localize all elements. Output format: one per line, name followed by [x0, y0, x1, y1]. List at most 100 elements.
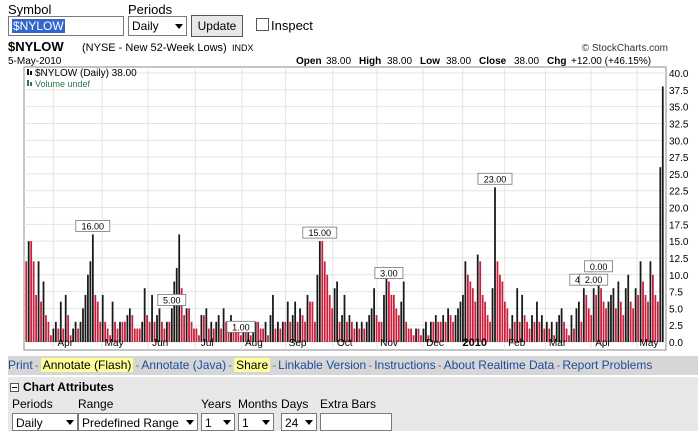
bar: [489, 321, 491, 342]
attr-years-value: 1: [205, 416, 212, 430]
annotation-label: 16.00: [82, 221, 105, 231]
attr-periods-select[interactable]: Daily: [12, 413, 78, 431]
bar: [281, 321, 284, 342]
bar: [47, 321, 50, 342]
bar: [397, 315, 400, 342]
bar: [503, 301, 506, 342]
bar: [560, 308, 563, 343]
bar: [148, 321, 151, 342]
bar: [466, 274, 469, 342]
attr-periods-label: Periods: [12, 397, 53, 411]
bar: [617, 281, 620, 342]
toolbar-link-report-problems[interactable]: Report Problems: [562, 358, 652, 372]
volume-legend-icon: [27, 80, 29, 86]
bar: [595, 294, 598, 342]
bar: [178, 234, 181, 342]
attr-periods-value: Daily: [16, 416, 43, 430]
attr-months-label: Months: [238, 397, 278, 411]
bar: [582, 288, 585, 342]
attr-years-select[interactable]: 1: [201, 413, 235, 431]
bar: [138, 328, 141, 342]
bar: [454, 315, 457, 342]
toolbar-link-share[interactable]: Share: [234, 358, 271, 372]
bar: [573, 328, 575, 342]
bar: [585, 294, 588, 342]
bar: [143, 288, 146, 342]
bar: [568, 335, 570, 342]
bar: [314, 321, 316, 342]
bar: [661, 86, 664, 342]
bar: [619, 301, 622, 342]
bar: [299, 308, 301, 343]
bar: [368, 315, 371, 342]
toolbar-link-instructions[interactable]: Instructions: [374, 358, 435, 372]
bar: [656, 301, 659, 342]
x-tick-label: Aug: [245, 338, 263, 349]
bar: [133, 328, 136, 342]
toolbar-link-linkable-version[interactable]: Linkable Version: [278, 358, 366, 372]
bar: [481, 294, 484, 342]
toolbar-link-print[interactable]: Print: [8, 358, 33, 372]
collapse-icon[interactable]: [10, 383, 19, 392]
bar: [370, 308, 373, 343]
bar: [612, 288, 615, 342]
chart-attributes-header[interactable]: Chart Attributes: [10, 380, 114, 394]
bar: [336, 281, 338, 342]
chevron-down-icon: [66, 420, 74, 425]
bar: [239, 335, 242, 342]
toolbar-link-annotate-flash[interactable]: Annotate (Flash): [40, 358, 134, 372]
bar: [476, 254, 479, 342]
y-tick-label: 22.5: [669, 187, 689, 198]
periods-select[interactable]: Daily: [128, 16, 187, 36]
y-tick-label: 17.5: [669, 220, 689, 231]
bar: [644, 294, 647, 342]
bar: [400, 301, 403, 342]
bar: [632, 308, 635, 343]
bar: [385, 274, 388, 342]
symbol-input[interactable]: $NYLOW: [8, 16, 124, 36]
periods-select-value: Daily: [132, 19, 159, 33]
bar: [402, 281, 405, 342]
bar: [94, 294, 97, 342]
bar: [464, 261, 467, 342]
attr-months-select[interactable]: 1: [238, 413, 274, 431]
bar: [25, 261, 28, 342]
annotation-label: 1.00: [232, 322, 250, 332]
bar: [50, 335, 52, 342]
chevron-down-icon: [223, 420, 231, 425]
bar: [491, 288, 494, 342]
bar: [496, 261, 499, 342]
attr-days-select[interactable]: 24: [281, 413, 317, 431]
bars-legend-icon: [27, 69, 29, 75]
bar: [383, 294, 385, 342]
bar: [331, 308, 334, 343]
bar: [417, 328, 420, 342]
bar: [531, 315, 533, 342]
bar: [318, 241, 321, 343]
bar: [146, 315, 149, 342]
bar: [170, 308, 173, 343]
bar: [82, 308, 84, 343]
y-tick-label: 15.0: [669, 237, 689, 248]
update-button[interactable]: Update: [191, 15, 243, 37]
bar: [422, 328, 425, 342]
toolbar-link-about-realtime-data[interactable]: About Realtime Data: [444, 358, 555, 372]
bar: [279, 328, 282, 342]
x-tick-label: Apr: [57, 338, 73, 349]
attr-extra-bars-input[interactable]: [320, 413, 392, 431]
bar: [195, 328, 198, 342]
bar: [590, 315, 593, 342]
bar: [637, 294, 639, 342]
chevron-down-icon: [186, 420, 194, 425]
y-tick-label: 25.0: [669, 170, 689, 181]
bar: [128, 308, 131, 343]
bar: [407, 328, 410, 342]
bar: [198, 335, 200, 342]
y-tick-label: 10.0: [669, 271, 689, 282]
x-tick-label: May: [640, 338, 659, 349]
bar: [536, 301, 538, 342]
attr-range-select[interactable]: Predefined Range: [78, 413, 198, 431]
toolbar-link-annotate-java[interactable]: Annotate (Java): [141, 358, 226, 372]
bar: [220, 328, 223, 342]
inspect-checkbox[interactable]: [256, 18, 269, 31]
